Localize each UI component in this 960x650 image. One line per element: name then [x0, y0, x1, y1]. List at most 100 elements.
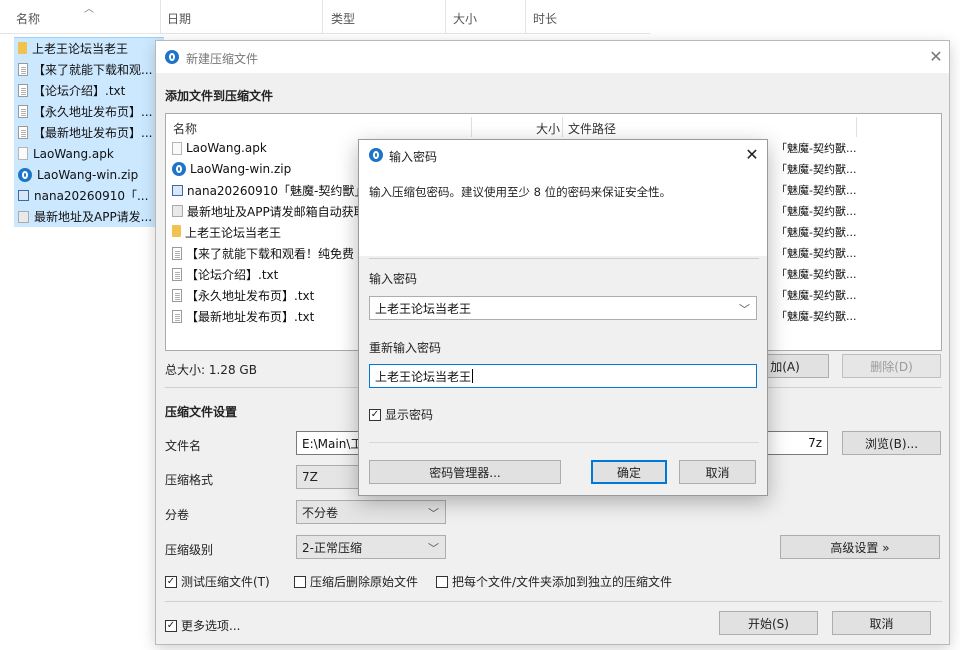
explorer-file-item[interactable]: LaoWang-win.zip — [14, 164, 164, 185]
checkbox-checked-icon: ✓ — [165, 619, 177, 632]
text-file-icon — [18, 105, 28, 118]
format-label: 压缩格式 — [165, 473, 214, 487]
separate-archives-checkbox[interactable]: 把每个文件/文件夹添加到独立的压缩文件 — [436, 573, 672, 590]
text-file-icon — [18, 63, 28, 76]
list-item-path: 「魅魔-契约獸... — [776, 289, 857, 302]
text-file-icon — [172, 246, 182, 260]
password-input[interactable]: 上老王论坛当老王 ﹀ — [369, 296, 757, 320]
explorer-column-header: 名称 ︿ 日期 类型 大小 时长 — [0, 0, 650, 34]
column-name[interactable]: 名称 — [16, 10, 40, 27]
list-item-path: 「魅魔-契约獸... — [776, 268, 857, 281]
password-manager-button[interactable]: 密码管理器... — [369, 460, 561, 484]
column-divider — [160, 0, 161, 34]
app-logo-icon — [165, 50, 179, 64]
sort-ascending-icon: ︿ — [84, 4, 94, 15]
password-dialog: 输入密码 ✕ 输入压缩包密码。建议使用至少 8 位的密码来保证安全性。 输入密码… — [358, 139, 768, 496]
list-item[interactable]: 【永久地址发布页】.txt — [172, 285, 314, 305]
column-divider — [856, 117, 857, 137]
list-item[interactable]: 上老王论坛当老王 — [172, 222, 281, 242]
list-column-size[interactable]: 大小 — [536, 120, 560, 137]
level-select[interactable]: 2-正常压缩 ﹀ — [296, 535, 446, 559]
list-item-path: 「魅魔-契约獸... — [776, 310, 857, 323]
dialog-info-area: 输入压缩包密码。建议使用至少 8 位的密码来保证安全性。 — [359, 170, 767, 256]
column-divider — [562, 117, 563, 137]
password-hint: 输入压缩包密码。建议使用至少 8 位的密码来保证安全性。 — [369, 185, 672, 199]
password-label: 输入密码 — [369, 272, 418, 286]
list-item[interactable]: 最新地址及APP请发邮箱自动获取 — [172, 201, 366, 221]
window-title: 新建压缩文件 — [186, 52, 259, 66]
explorer-file-item[interactable]: 【最新地址发布页】... — [14, 122, 164, 143]
image-file-icon — [172, 205, 183, 217]
zip-icon — [172, 162, 186, 176]
level-label: 压缩级别 — [165, 543, 214, 557]
more-options-checkbox[interactable]: ✓ 更多选项... — [165, 617, 240, 634]
delete-button[interactable]: 删除(D) — [842, 354, 941, 378]
confirm-password-input[interactable]: 上老王论坛当老王 — [369, 364, 757, 388]
explorer-file-item[interactable]: 上老王论坛当老王 — [14, 38, 164, 59]
column-divider — [525, 0, 526, 34]
dialog-titlebar[interactable]: 输入密码 ✕ — [359, 140, 767, 170]
list-item-path: 「魅魔-契约獸... — [776, 163, 857, 176]
list-item[interactable]: LaoWang.apk — [172, 138, 267, 158]
add-files-heading: 添加文件到压缩文件 — [165, 89, 274, 103]
app-logo-icon — [369, 148, 383, 162]
explorer-file-item[interactable]: 【来了就能下载和观... — [14, 59, 164, 80]
list-item-path: 「魅魔-契约獸... — [776, 184, 857, 197]
explorer-file-item[interactable]: LaoWang.apk — [14, 143, 164, 164]
browse-button[interactable]: 浏览(B)... — [842, 431, 941, 455]
window-titlebar[interactable]: 新建压缩文件 ✕ — [156, 41, 949, 73]
list-item-path: 「魅魔-契约獸... — [776, 247, 857, 260]
explorer-file-item[interactable]: 【永久地址发布页】... — [14, 101, 164, 122]
zip-icon — [18, 167, 32, 182]
checkbox-unchecked-icon — [436, 575, 448, 588]
column-size[interactable]: 大小 — [453, 10, 477, 27]
list-item[interactable]: LaoWang-win.zip — [172, 159, 291, 179]
folder-icon — [172, 225, 181, 237]
test-archive-checkbox[interactable]: ✓ 测试压缩文件(T) — [165, 573, 270, 590]
list-item-path: 「魅魔-契约獸... — [776, 205, 857, 218]
cancel-button[interactable]: 取消 — [832, 611, 931, 635]
explorer-file-list: 上老王论坛当老王 【来了就能下载和观... 【论坛介绍】.txt 【永久地址发布… — [14, 37, 164, 227]
column-type[interactable]: 类型 — [331, 10, 355, 27]
close-icon[interactable]: ✕ — [742, 145, 762, 165]
text-file-icon — [172, 309, 182, 323]
column-duration[interactable]: 时长 — [533, 10, 557, 27]
column-date[interactable]: 日期 — [167, 10, 191, 27]
checkbox-checked-icon: ✓ — [165, 575, 177, 588]
chevron-down-icon: ﹀ — [428, 542, 439, 555]
split-select[interactable]: 不分卷 ﹀ — [296, 500, 446, 524]
show-password-checkbox[interactable]: ✓ 显示密码 — [369, 406, 433, 423]
list-item[interactable]: nana20260910「魅魔-契约獸」 — [172, 180, 366, 200]
advanced-settings-button[interactable]: 高级设置 » — [780, 535, 940, 559]
checkbox-checked-icon: ✓ — [369, 408, 381, 421]
list-column-path[interactable]: 文件路径 — [568, 120, 616, 137]
text-cursor — [472, 369, 474, 383]
list-item[interactable]: 【论坛介绍】.txt — [172, 264, 278, 284]
folder-icon — [18, 41, 27, 54]
divider — [165, 601, 942, 602]
confirm-password-label: 重新输入密码 — [369, 341, 442, 355]
chevron-down-icon[interactable]: ﹀ — [739, 301, 750, 317]
settings-heading: 压缩文件设置 — [165, 405, 238, 419]
apk-file-icon — [172, 141, 182, 155]
apk-file-icon — [18, 147, 28, 160]
chevron-down-icon: ﹀ — [428, 507, 439, 520]
list-item-path: 「魅魔-契约獸... — [776, 226, 857, 239]
explorer-file-item[interactable]: 【论坛介绍】.txt — [14, 80, 164, 101]
total-size: 总大小: 1.28 GB — [165, 363, 257, 377]
start-button[interactable]: 开始(S) — [719, 611, 818, 635]
explorer-file-item[interactable]: 最新地址及APP请发... — [14, 206, 164, 227]
dialog-cancel-button[interactable]: 取消 — [679, 460, 756, 484]
image-file-icon — [18, 190, 29, 201]
close-icon[interactable]: ✕ — [926, 47, 946, 67]
list-item[interactable]: 【来了就能下载和观看！纯免费 — [172, 243, 354, 263]
delete-source-checkbox[interactable]: 压缩后删除原始文件 — [294, 573, 418, 590]
list-item[interactable]: 【最新地址发布页】.txt — [172, 306, 314, 326]
column-divider — [471, 117, 472, 137]
list-column-name[interactable]: 名称 — [173, 120, 197, 137]
ok-button[interactable]: 确定 — [591, 460, 667, 484]
divider — [369, 442, 759, 443]
text-file-icon — [18, 84, 28, 97]
explorer-file-item[interactable]: nana20260910「... — [14, 185, 164, 206]
filename-label: 文件名 — [165, 439, 202, 453]
